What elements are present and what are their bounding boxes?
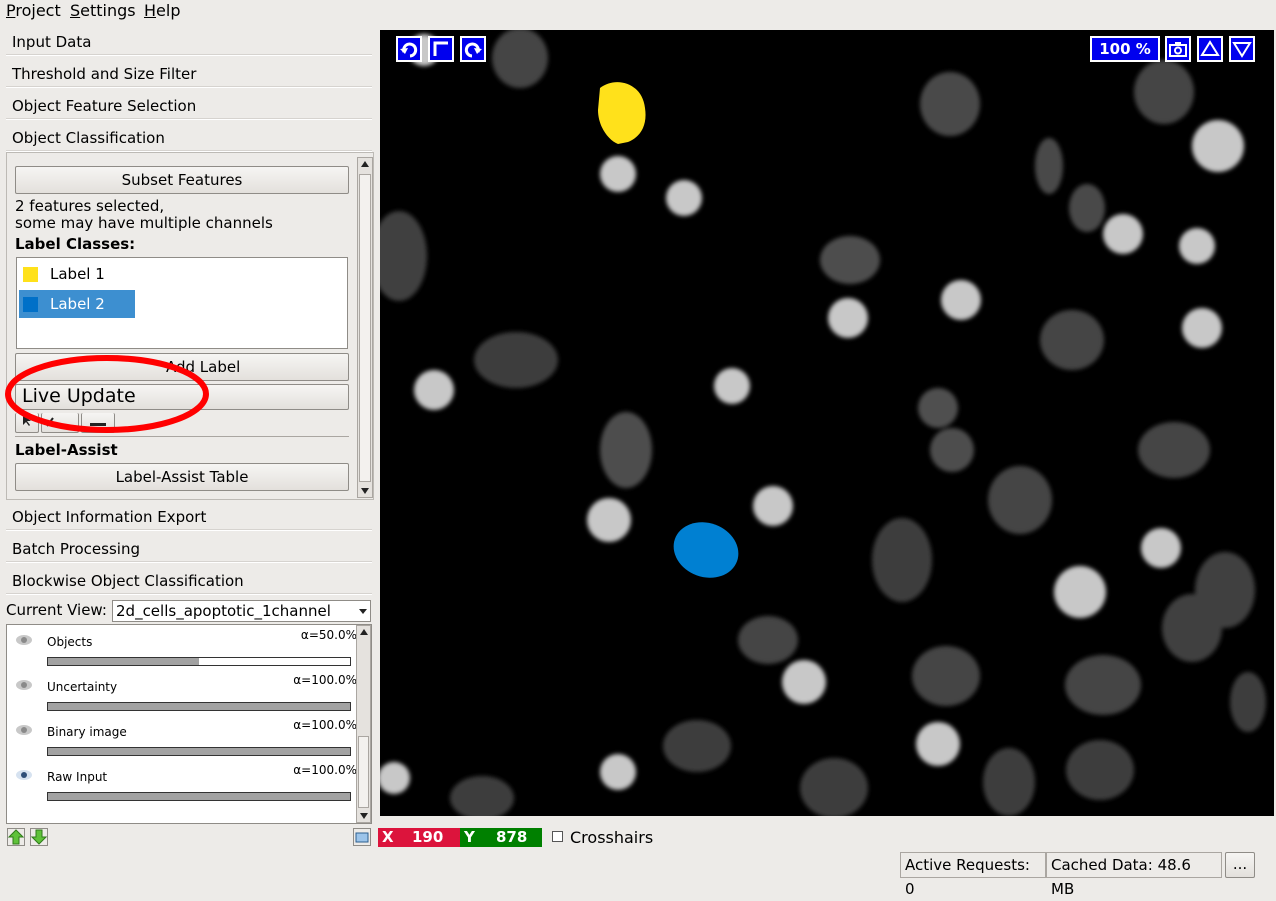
chevron-down-icon bbox=[359, 609, 367, 614]
opacity-fill bbox=[48, 658, 199, 665]
highlight-circle-annotation bbox=[5, 355, 209, 433]
label-class-name[interactable]: Label 1 bbox=[50, 265, 105, 283]
layer-name: Objects bbox=[47, 635, 93, 649]
opacity-fill bbox=[48, 703, 350, 710]
x-coordinate-badge: X 190 bbox=[378, 828, 460, 847]
label-class-name[interactable]: Label 2 bbox=[50, 295, 105, 313]
triangle-down-icon bbox=[1232, 42, 1252, 58]
layer-list[interactable]: Objects α=50.0% Uncertainty α=100.0% Bin… bbox=[6, 624, 372, 824]
layer-alpha: α=100.0% bbox=[293, 673, 357, 687]
label-classes-header: Label Classes: bbox=[15, 235, 136, 253]
subset-features-button[interactable]: Subset Features bbox=[15, 166, 349, 194]
applet-blockwise[interactable]: Blockwise Object Classification bbox=[6, 567, 372, 595]
layer-alpha: α=100.0% bbox=[293, 763, 357, 777]
applet-batch-processing[interactable]: Batch Processing bbox=[6, 535, 372, 563]
classification-panel: Subset Features 2 features selected, som… bbox=[6, 152, 374, 500]
layer-up-button[interactable] bbox=[7, 828, 25, 846]
label-assist-table-button[interactable]: Label-Assist Table bbox=[15, 463, 349, 491]
scroll-down-icon[interactable] bbox=[360, 813, 368, 819]
eye-icon[interactable] bbox=[15, 634, 33, 646]
y-value: 878 bbox=[496, 828, 528, 846]
layer-opacity-slider[interactable] bbox=[47, 792, 351, 801]
cached-data-status: Cached Data: 48.6 MB bbox=[1046, 852, 1222, 898]
menu-help[interactable]: Help bbox=[144, 1, 180, 20]
layer-item[interactable]: Uncertainty α=100.0% bbox=[7, 670, 361, 715]
layer-alpha: α=100.0% bbox=[293, 718, 357, 732]
divider bbox=[15, 436, 349, 437]
opacity-fill bbox=[48, 793, 350, 800]
applet-input-data[interactable]: Input Data bbox=[6, 28, 372, 56]
eye-icon[interactable] bbox=[15, 769, 33, 781]
scroll-thumb[interactable] bbox=[359, 174, 371, 482]
minimize-view-button[interactable] bbox=[1229, 36, 1255, 62]
triangle-up-icon bbox=[1200, 40, 1220, 56]
label-color-swatch[interactable] bbox=[23, 297, 38, 312]
label-classes-list[interactable]: Label 1 Label 2 bbox=[16, 257, 348, 349]
layer-down-button[interactable] bbox=[30, 828, 48, 846]
layer-list-scrollbar[interactable] bbox=[356, 625, 371, 823]
applet-feature-selection[interactable]: Object Feature Selection bbox=[6, 92, 372, 120]
screenshot-button[interactable] bbox=[1165, 36, 1191, 62]
applet-object-classification[interactable]: Object Classification bbox=[6, 124, 372, 152]
layer-refresh-button[interactable] bbox=[353, 828, 371, 846]
swap-axes-icon bbox=[433, 41, 448, 56]
menu-project[interactable]: Project bbox=[6, 1, 61, 20]
label-class-item-selected[interactable]: Label 2 bbox=[19, 290, 135, 318]
layer-opacity-slider[interactable] bbox=[47, 702, 351, 711]
image-viewer[interactable]: 100 % bbox=[380, 30, 1274, 816]
applet-threshold[interactable]: Threshold and Size Filter bbox=[6, 60, 372, 88]
applet-info-export[interactable]: Object Information Export bbox=[6, 503, 372, 531]
eye-icon[interactable] bbox=[15, 724, 33, 736]
rotate-left-icon bbox=[400, 42, 418, 58]
label-color-swatch[interactable] bbox=[23, 267, 38, 282]
layer-name: Uncertainty bbox=[47, 680, 118, 694]
rotate-left-button[interactable] bbox=[396, 36, 422, 62]
layer-opacity-slider[interactable] bbox=[47, 747, 351, 756]
layer-item[interactable]: Objects α=50.0% bbox=[7, 625, 361, 670]
cell-image[interactable] bbox=[380, 30, 1274, 816]
layer-name: Raw Input bbox=[47, 770, 108, 784]
layer-alpha: α=50.0% bbox=[300, 628, 357, 642]
refresh-icon bbox=[355, 832, 369, 843]
features-info-line2: some may have multiple channels bbox=[15, 214, 273, 232]
crosshairs-checkbox[interactable] bbox=[552, 831, 563, 842]
label-2-annotation[interactable] bbox=[666, 513, 746, 586]
menu-settings[interactable]: Settings bbox=[70, 1, 136, 20]
rotate-right-icon bbox=[464, 42, 482, 58]
current-view-select[interactable]: 2d_cells_apoptotic_1channel bbox=[112, 600, 371, 622]
current-view-value: 2d_cells_apoptotic_1channel bbox=[116, 602, 331, 620]
label-assist-header: Label-Assist bbox=[15, 441, 118, 459]
crosshairs-label: Crosshairs bbox=[570, 828, 654, 847]
arrow-up-icon bbox=[7, 829, 25, 845]
label-class-item[interactable]: Label 1 bbox=[19, 260, 135, 288]
active-requests-status: Active Requests: 0 bbox=[900, 852, 1046, 898]
layer-opacity-slider[interactable] bbox=[47, 657, 351, 666]
features-info-line1: 2 features selected, bbox=[15, 197, 165, 215]
scroll-up-icon[interactable] bbox=[360, 629, 368, 635]
more-button[interactable]: ... bbox=[1225, 852, 1255, 878]
maximize-view-button[interactable] bbox=[1197, 36, 1223, 62]
rotate-right-button[interactable] bbox=[460, 36, 486, 62]
x-value: 190 bbox=[412, 828, 444, 846]
menu-bar: Project Settings Help bbox=[0, 0, 1276, 22]
layer-item[interactable]: Binary image α=100.0% bbox=[7, 715, 361, 760]
label-1-annotation[interactable] bbox=[598, 82, 646, 144]
swap-axes-button[interactable] bbox=[428, 36, 454, 62]
layer-item[interactable]: Raw Input α=100.0% bbox=[7, 760, 361, 805]
y-label: Y bbox=[464, 828, 475, 846]
camera-icon bbox=[1169, 42, 1187, 57]
zoom-level[interactable]: 100 % bbox=[1090, 36, 1160, 62]
y-coordinate-badge: Y 878 bbox=[460, 828, 542, 847]
arrow-down-icon bbox=[30, 829, 48, 845]
scroll-thumb[interactable] bbox=[358, 736, 369, 808]
x-label: X bbox=[382, 828, 394, 846]
panel-scrollbar[interactable] bbox=[357, 157, 373, 498]
layer-name: Binary image bbox=[47, 725, 127, 739]
scroll-down-icon[interactable] bbox=[361, 488, 369, 494]
current-view-label: Current View: bbox=[6, 601, 107, 619]
opacity-fill bbox=[48, 748, 350, 755]
eye-icon[interactable] bbox=[15, 679, 33, 691]
scroll-up-icon[interactable] bbox=[361, 161, 369, 167]
